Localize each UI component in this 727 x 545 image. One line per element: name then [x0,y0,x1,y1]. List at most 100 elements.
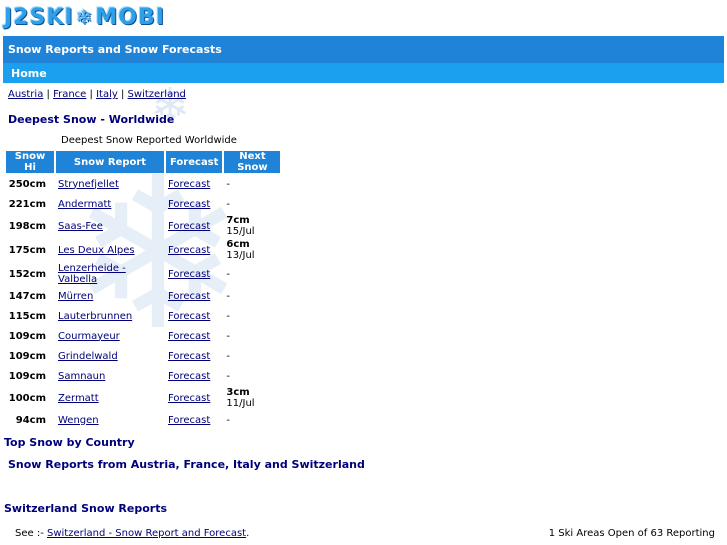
country-link-italy[interactable]: Italy [96,89,118,100]
next-snow-amount: 3cm [226,387,250,398]
forecast-link[interactable]: Forecast [168,331,210,342]
forecast-link[interactable]: Forecast [168,415,210,426]
column-header-forecast: Forecast [166,151,223,173]
next-snow-cell: 6cm 13/Jul [224,239,280,261]
see-line: See :- Switzerland - Snow Report and For… [15,528,249,539]
next-snow-amount: 6cm [226,239,250,250]
next-snow-date: 11/Jul [226,398,255,409]
country-link-switzerland[interactable]: Switzerland [128,89,186,100]
next-snow-date: - [226,268,231,280]
forecast-link[interactable]: Forecast [168,393,210,404]
nav-bar: Home [3,63,724,83]
resort-link[interactable]: Samnaun [58,371,105,382]
column-header-snow-hi: Snow Hi [6,151,54,173]
resort-cell: Wengen [56,411,164,429]
table-row: 115cm Lauterbrunnen Forecast - [6,307,280,325]
next-snow-cell: - [224,195,280,213]
resort-link[interactable]: Grindelwald [58,351,118,362]
country-link-austria[interactable]: Austria [8,89,43,100]
snow-depth-cell: 94cm [15,414,46,426]
nav-home-link[interactable]: Home [11,67,47,80]
separator: | [89,89,93,100]
forecast-link[interactable]: Forecast [168,269,210,280]
resort-cell: Grindelwald [56,347,164,365]
next-snow-date: - [226,414,231,426]
ski-areas-open-status: 1 Ski Areas Open of 63 Reporting [548,528,715,539]
forecast-cell: Forecast [166,287,222,305]
site-title-bar: Snow Reports and Snow Forecasts [3,36,724,63]
forecast-link[interactable]: Forecast [168,291,210,302]
table-row: 94cm Wengen Forecast - [6,411,280,429]
snow-depth-cell: 175cm [8,244,46,256]
top-snow-by-country-heading: Top Snow by Country [4,436,135,449]
snowflake-icon: ❄ [75,5,94,29]
forecast-cell: Forecast [166,411,222,429]
see-prefix: See :- [15,528,44,539]
next-snow-cell: - [224,411,280,429]
logo-text-right: MOBI [95,4,165,30]
snow-depth-cell: 250cm [8,178,46,190]
resort-cell: Lauterbrunnen [56,307,164,325]
table-row: 221cm Andermatt Forecast - [6,195,280,213]
snow-depth-cell: 109cm [8,350,46,362]
forecast-link[interactable]: Forecast [168,245,210,256]
next-snow-date: - [226,370,231,382]
resort-link[interactable]: Courmayeur [58,331,120,342]
resort-link[interactable]: Saas-Fee [58,221,103,232]
column-header-next-snow: Next Snow [224,151,281,173]
country-link-france[interactable]: France [53,89,86,100]
resort-link[interactable]: Strynefjellet [58,179,119,190]
next-snow-cell: - [224,287,280,305]
forecast-cell: Forecast [166,347,222,365]
next-snow-cell: - [224,175,280,193]
next-snow-cell: - [224,347,280,365]
forecast-link[interactable]: Forecast [168,351,210,362]
resort-cell: Zermatt [56,387,164,409]
deepest-snow-table: Snow Hi Snow Report Forecast Next Snow 2… [4,149,282,431]
snow-depth-cell: 100cm [8,392,46,404]
site-title: Snow Reports and Snow Forecasts [8,43,222,56]
resort-cell: Saas-Fee [56,215,164,237]
resort-link[interactable]: Zermatt [58,393,99,404]
table-row: 147cm Mürren Forecast - [6,287,280,305]
forecast-link[interactable]: Forecast [168,179,210,190]
switzerland-heading: Switzerland Snow Reports [4,502,168,515]
forecast-link[interactable]: Forecast [168,199,210,210]
forecast-link[interactable]: Forecast [168,311,210,322]
next-snow-date: - [226,350,231,362]
forecast-cell: Forecast [166,327,222,345]
site-logo[interactable]: J2SKI ❄ MOBI [4,3,165,31]
country-links: Austria | France | Italy | Switzerland [8,89,186,100]
forecast-cell: Forecast [166,215,222,237]
forecast-link[interactable]: Forecast [168,371,210,382]
next-snow-cell: 3cm 11/Jul [224,387,280,409]
resort-cell: Strynefjellet [56,175,164,193]
next-snow-date: - [226,330,231,342]
resort-link[interactable]: Lauterbrunnen [58,311,132,322]
deepest-snow-caption: Deepest Snow Reported Worldwide [61,135,237,146]
forecast-cell: Forecast [166,387,222,409]
switzerland-report-link[interactable]: Switzerland - Snow Report and Forecast [47,528,246,539]
next-snow-cell: 7cm 15/Jul [224,215,280,237]
next-snow-cell: - [224,327,280,345]
forecast-cell: Forecast [166,195,222,213]
resort-link[interactable]: Wengen [58,415,99,426]
resort-link[interactable]: Andermatt [58,199,111,210]
snow-depth-cell: 147cm [8,290,46,302]
resort-cell: Samnaun [56,367,164,385]
snow-depth-cell: 152cm [8,268,46,280]
resort-link[interactable]: Mürren [58,291,93,302]
forecast-link[interactable]: Forecast [168,221,210,232]
table-row: 175cm Les Deux Alpes Forecast 6cm 13/Jul [6,239,280,261]
snow-depth-cell: 109cm [8,330,46,342]
table-row: 250cm Strynefjellet Forecast - [6,175,280,193]
resort-cell: Lenzerheide - Valbella [56,263,164,285]
resort-link[interactable]: Lenzerheide - Valbella [58,263,126,285]
separator: | [46,89,50,100]
snow-depth-cell: 221cm [8,198,46,210]
see-suffix: . [246,528,250,539]
forecast-cell: Forecast [166,175,222,193]
resort-link[interactable]: Les Deux Alpes [58,245,135,256]
table-row: 198cm Saas-Fee Forecast 7cm 15/Jul [6,215,280,237]
next-snow-date: - [226,310,231,322]
